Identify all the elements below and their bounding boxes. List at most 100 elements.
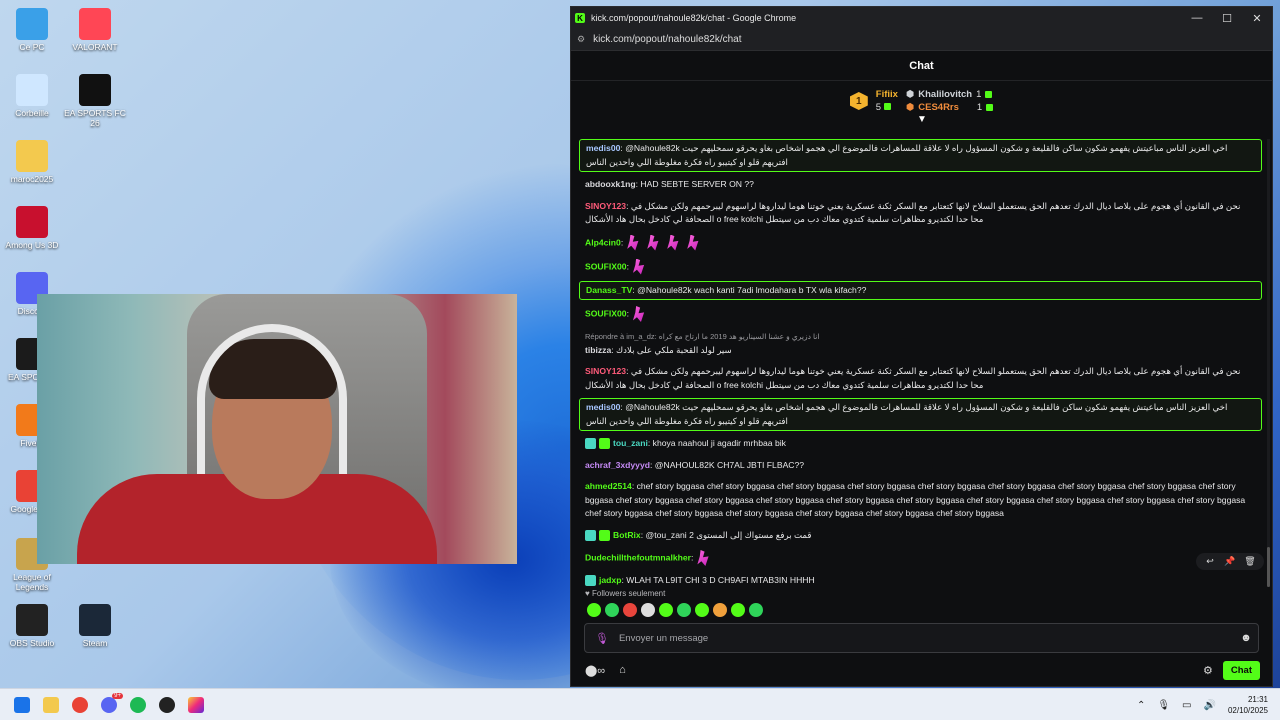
leader-third[interactable]: ⬢ CES4Rrs 1 [906,101,994,114]
emote-quick-3[interactable] [623,603,637,617]
chat-username[interactable]: achraf_3xdyyyd [585,460,650,470]
pin-icon[interactable]: 📌 [1222,556,1238,567]
desktop-icon[interactable]: maroc2025 [0,140,64,184]
emote-quick-10[interactable] [749,603,763,617]
chat-username[interactable]: Danass_TV [586,285,632,295]
maximize-button[interactable]: ☐ [1212,12,1242,25]
delete-icon[interactable]: 🗑 [1242,556,1258,567]
chat-message[interactable]: SINOY123: نحن في القانون أي هجوم على بلا… [579,363,1262,394]
desktop-icon[interactable]: OBS Studio [0,604,64,648]
chat-username[interactable]: Dudechillthefoutmnalkher [585,552,691,562]
chat-message[interactable]: Danass_TV: @Nahoule82k wach kanti 7adi l… [579,280,1262,300]
microphone-tray-icon[interactable]: 🎙 [1157,700,1170,711]
chat-message[interactable]: jadxp: WLAH TA L9IT CHI 3 D CH9AFI MTAB3… [579,572,1262,587]
emote-quick-4[interactable] [641,603,655,617]
reply-icon[interactable]: ↩ [1202,556,1218,567]
emote-quick-7[interactable] [695,603,709,617]
emote-icon[interactable] [632,306,645,322]
address-bar[interactable]: ⚙ kick.com/popout/nahoule82k/chat [571,29,1272,51]
chat-bottom-bar: ⬤∞ ⌂ ⚙ Chat [585,659,1260,681]
kick-points-icon[interactable]: ⬤∞ [585,664,605,677]
chat-message[interactable]: SOUFIX00: [579,257,1262,277]
emote-quick-2[interactable] [605,603,619,617]
chat-message-list[interactable]: medis00: @Nahoule82k اخي العزيز الناس مب… [579,139,1262,587]
gift-store-icon[interactable]: ⌂ [619,664,626,676]
minimize-button[interactable]: — [1182,12,1212,24]
chat-message[interactable]: Répondre à im_a_dz: انا دزيري و عشنا الس… [579,328,1262,359]
site-settings-icon[interactable]: ⚙ [577,34,585,45]
emote-icon[interactable] [632,258,645,275]
close-button[interactable]: ✕ [1242,12,1272,25]
emote-icon[interactable] [667,234,679,251]
emote-icon[interactable] [697,550,709,566]
desktop-icon[interactable]: VALORANT [63,8,127,52]
chat-message[interactable]: tou_zani: khoya naahoul ji agadir mrhbaa… [579,435,1262,453]
chat-username[interactable]: SINOY123 [585,366,626,376]
chat-message[interactable]: Alp4cin0: [579,233,1262,253]
emote-icon[interactable] [627,234,639,251]
emote-icon[interactable] [687,234,699,251]
send-chat-button[interactable]: Chat [1222,660,1260,680]
chat-message[interactable]: BotRix: @tou_zani 2 قمت برفع مستواك إلى … [579,527,1262,545]
user-badge-icon [585,438,596,450]
chat-username[interactable]: medis00 [586,143,620,153]
chat-username[interactable]: medis00 [586,402,620,412]
chat-message[interactable]: ahmed2514: chef story bggasa chef story … [579,478,1262,523]
leader-second[interactable]: ⬢ Khalilovitch 1 [906,88,993,101]
desktop-icon[interactable]: Ce PC [0,8,64,52]
network-icon[interactable]: ▭ [1182,700,1191,711]
start-button[interactable] [8,691,36,719]
chat-username[interactable]: ahmed2514 [585,481,632,491]
microphone-icon[interactable]: 🎙 [595,632,609,645]
chat-message[interactable]: SINOY123: نحن في القانون أي هجوم على بلا… [579,198,1262,229]
taskbar-explorer[interactable] [37,691,65,719]
chat-scrollbar[interactable] [1267,139,1270,587]
taskbar-obs[interactable] [153,691,181,719]
volume-icon[interactable]: 🔊 [1204,700,1216,711]
chat-message[interactable]: Dudechillthefoutmnalkher: [579,548,1262,568]
taskbar-spotify[interactable] [124,691,152,719]
chat-username[interactable]: tou_zani [613,438,648,448]
leader-third-count: 1 [976,102,983,113]
chevron-up-icon[interactable]: ⌃ [1137,700,1145,711]
window-titlebar[interactable]: K kick.com/popout/nahoule82k/chat - Goog… [571,7,1272,29]
chat-message[interactable]: abdooxk1ng: HAD SEBTE SERVER ON ?? [579,176,1262,194]
emote-quick-6[interactable] [677,603,691,617]
chat-username[interactable]: jadxp [599,575,621,585]
taskbar-discord[interactable]: 9+ [95,691,123,719]
chat-username[interactable]: tibizza [585,345,611,355]
chat-message[interactable]: medis00: @Nahoule82k اخي العزيز الناس مب… [579,139,1262,172]
filter-icon[interactable]: ▼ [917,114,927,125]
leader-first[interactable]: Fifiix 5 [876,88,898,114]
chat-message-text: chef story bggasa chef story bggasa chef… [585,481,1246,518]
emote-quick-9[interactable] [731,603,745,617]
emote-icon[interactable] [647,234,659,251]
chat-username[interactable]: SOUFIX00 [585,261,627,271]
reply-context[interactable]: Répondre à im_a_dz: انا دزيري و عشنا الس… [585,330,1256,344]
taskbar-chrome[interactable] [66,691,94,719]
emote-quick-8[interactable] [713,603,727,617]
desktop-icon[interactable]: Corbeille [0,74,64,118]
chat-username[interactable]: Alp4cin0 [585,237,621,247]
desktop-icon[interactable]: Among Us 3D [0,206,64,250]
emoji-picker-icon[interactable]: ☻ [1234,632,1258,644]
scrollbar-thumb[interactable] [1267,547,1270,587]
chat-username[interactable]: abdooxk1ng [585,179,636,189]
taskbar-clock[interactable]: 21:31 02/10/2025 [1228,694,1268,716]
taskbar-instagram[interactable] [182,691,210,719]
chat-message[interactable]: medis00: @Nahoule82k اخي العزيز الناس مب… [579,398,1262,431]
desktop-icon[interactable]: EA SPORTS FC 26 [63,74,127,128]
chat-message[interactable]: SOUFIX00: [579,304,1262,324]
settings-gear-icon[interactable]: ⚙ [1203,664,1213,677]
chat-message[interactable]: achraf_3xdyyyd: @NAHOUL82K CH7AL JBTI FL… [579,457,1262,475]
chat-username[interactable]: BotRix [613,530,641,540]
clock-time: 21:31 [1247,695,1268,704]
emote-quick-5[interactable] [659,603,673,617]
chat-username[interactable]: SINOY123 [585,201,626,211]
chat-username[interactable]: SOUFIX00 [585,308,627,318]
emote-quick-1[interactable] [587,603,601,617]
url-text[interactable]: kick.com/popout/nahoule82k/chat [593,34,741,45]
chat-input-box[interactable]: 🎙 ☻ [584,623,1259,653]
desktop-icon[interactable]: Steam [63,604,127,648]
chat-input[interactable] [618,632,1234,644]
